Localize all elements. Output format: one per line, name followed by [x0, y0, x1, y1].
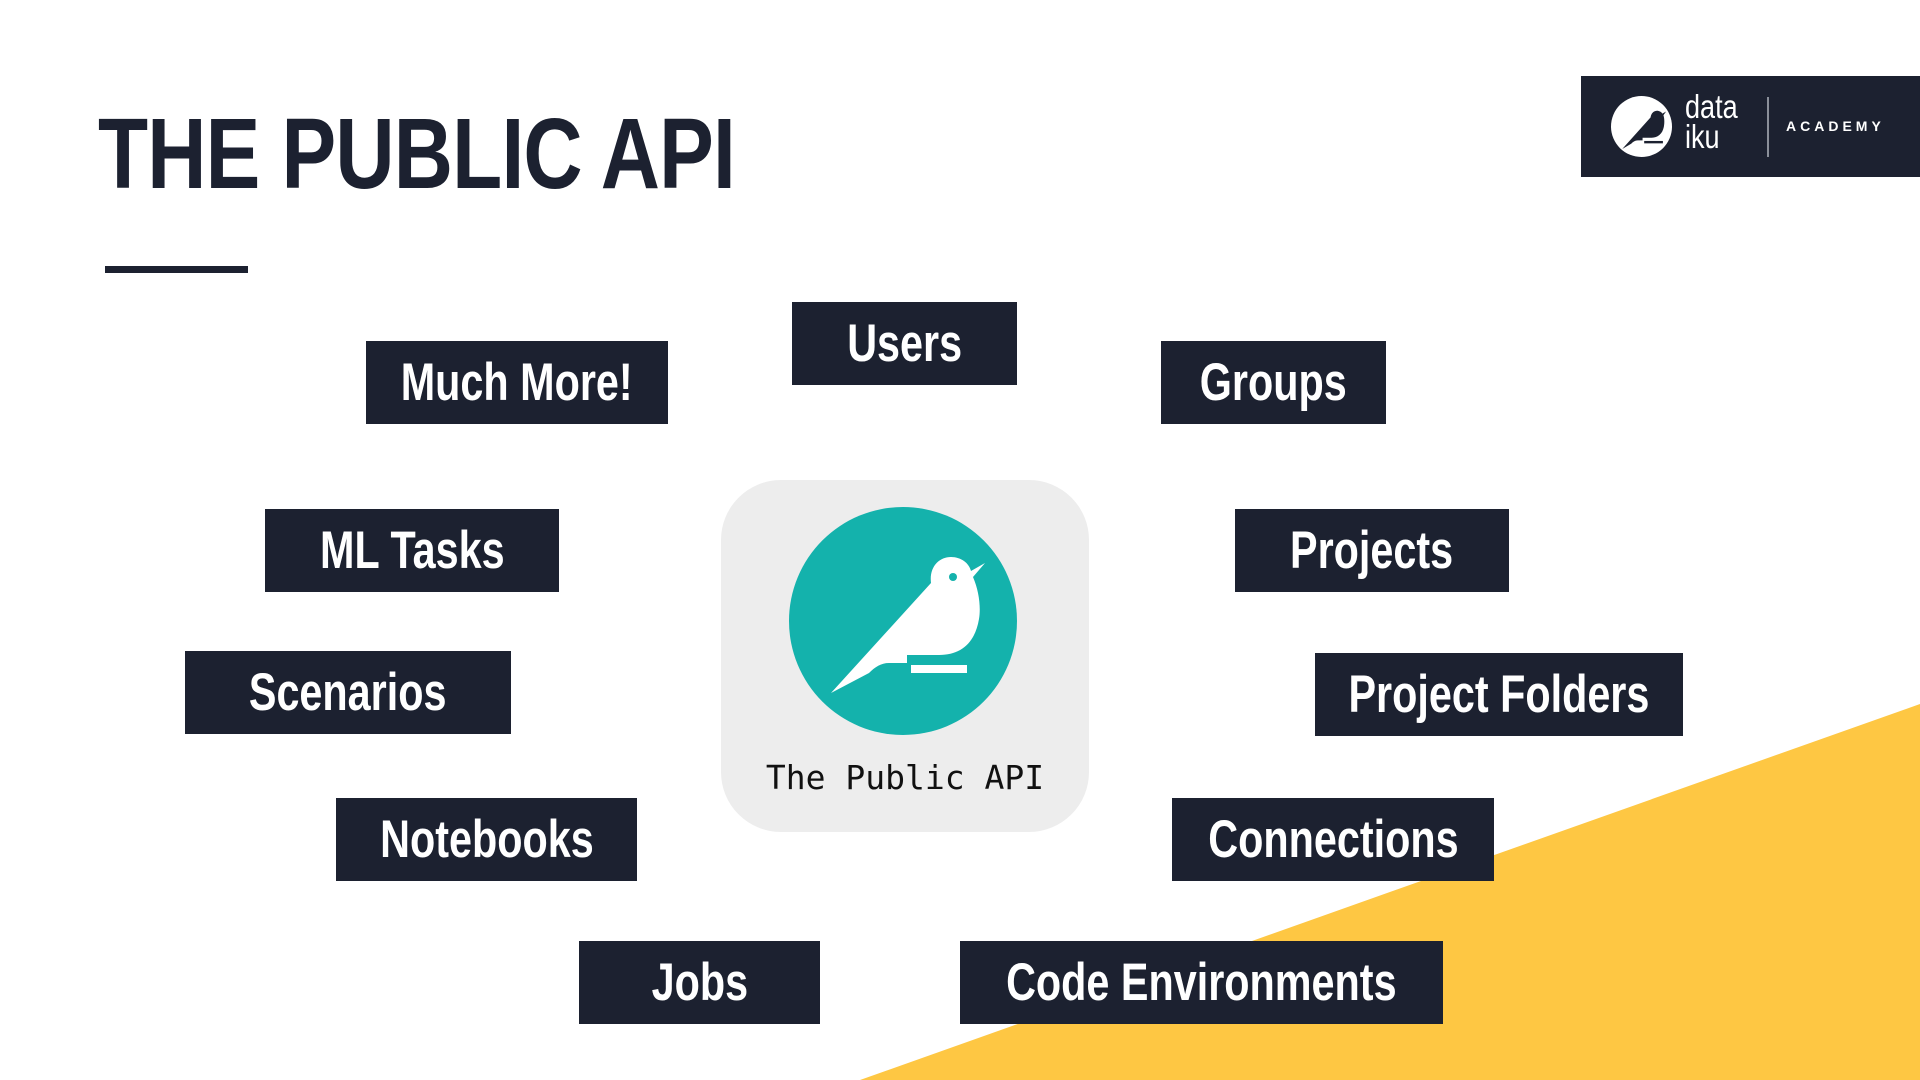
dataiku-bird-icon — [789, 507, 1017, 735]
tag-ml-tasks: ML Tasks — [265, 509, 559, 592]
tag-label: Much More! — [401, 353, 633, 412]
tag-label: Projects — [1290, 521, 1454, 580]
tag-code-environments: Code Environments — [960, 941, 1443, 1024]
public-api-card: The Public API — [721, 480, 1089, 832]
page-title: THE PUBLIC API — [98, 98, 736, 210]
title-underline — [105, 266, 248, 273]
tag-notebooks: Notebooks — [336, 798, 637, 881]
tag-users: Users — [792, 302, 1017, 385]
dataiku-bird-icon — [1611, 96, 1672, 157]
tag-label: Code Environments — [1006, 953, 1397, 1012]
tag-much-more: Much More! — [366, 341, 668, 424]
logo-divider — [1767, 97, 1769, 157]
tag-connections: Connections — [1172, 798, 1494, 881]
tag-label: Connections — [1207, 810, 1459, 869]
tag-label: Project Folders — [1348, 665, 1650, 724]
tag-groups: Groups — [1161, 341, 1386, 424]
tag-scenarios: Scenarios — [185, 651, 511, 734]
logo-academy-label: ACADEMY — [1786, 118, 1885, 134]
dataiku-academy-logo: data iku ACADEMY — [1581, 76, 1920, 177]
logo-wordmark: data iku — [1685, 90, 1738, 155]
tag-projects: Projects — [1235, 509, 1509, 592]
public-api-caption: The Public API — [765, 758, 1045, 797]
tag-project-folders: Project Folders — [1315, 653, 1683, 736]
tag-label: Jobs — [651, 953, 748, 1012]
tag-label: Notebooks — [379, 810, 594, 869]
tag-label: Users — [847, 314, 962, 373]
logo-word-line2: iku — [1685, 118, 1720, 155]
tag-label: Scenarios — [249, 663, 447, 722]
tag-jobs: Jobs — [579, 941, 820, 1024]
tag-label: Groups — [1199, 353, 1347, 412]
tag-label: ML Tasks — [319, 521, 505, 580]
